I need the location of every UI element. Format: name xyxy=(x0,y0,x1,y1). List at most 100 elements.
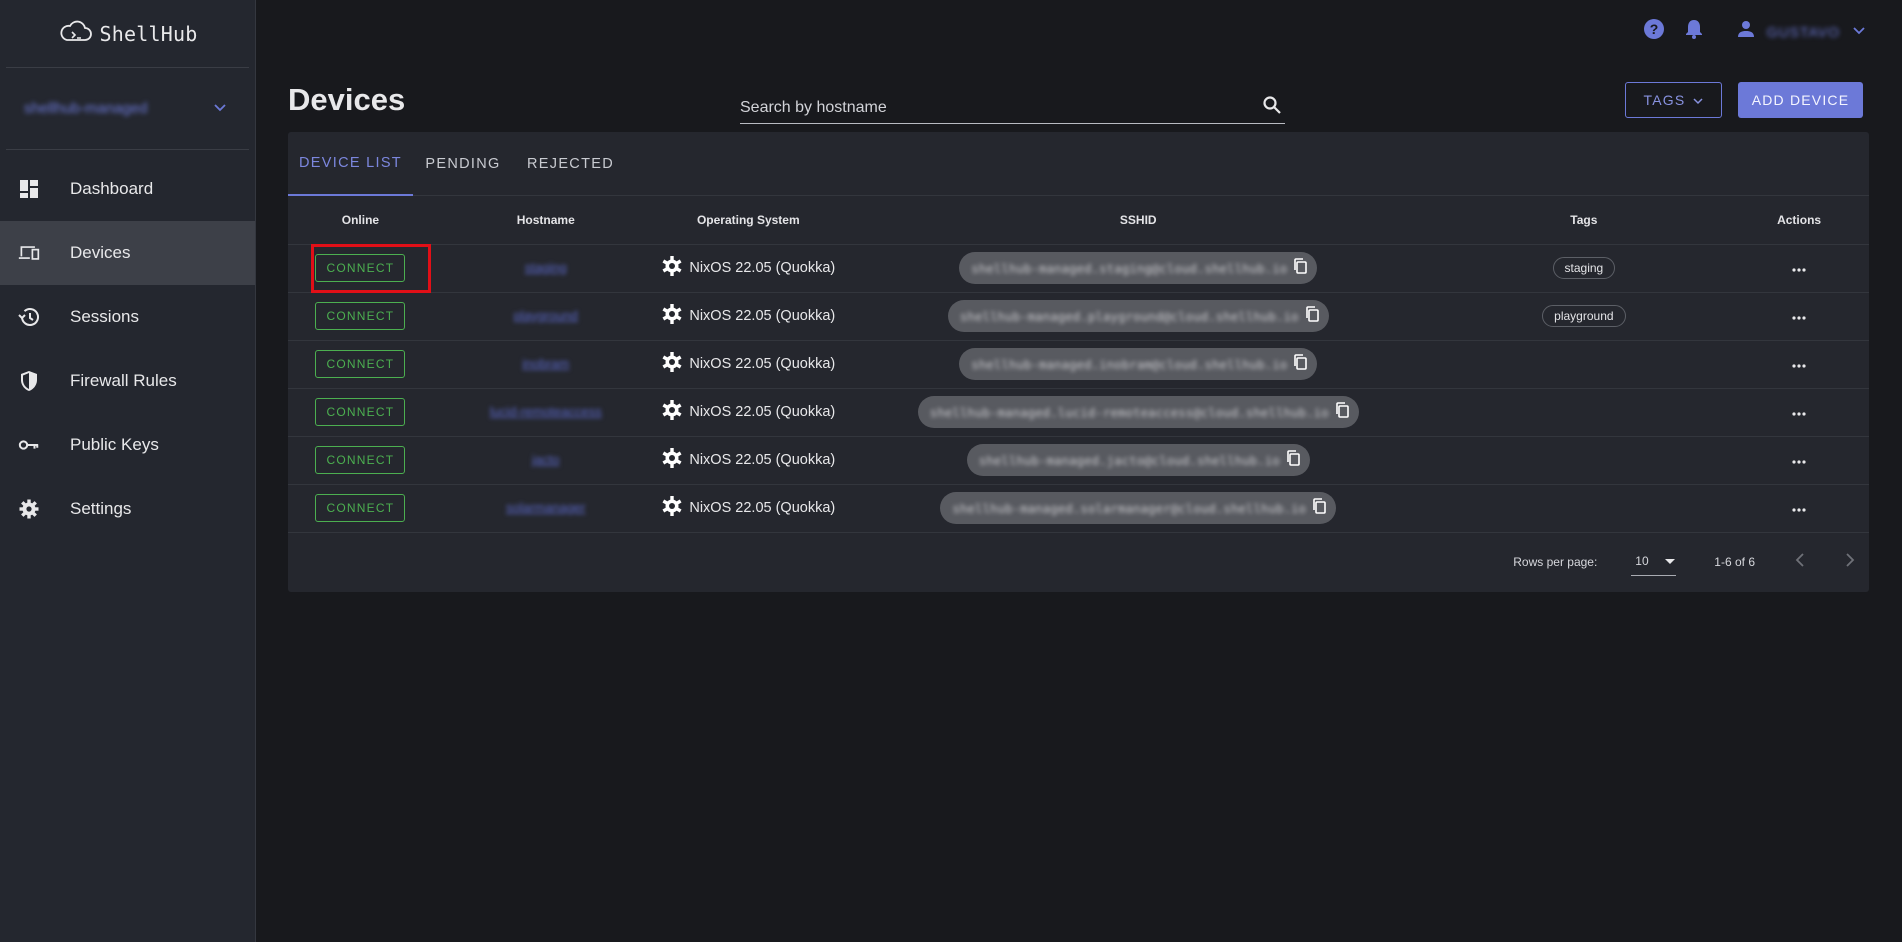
table-row: CONNECT jacto NixOS 22.05 (Quokka) shell… xyxy=(288,436,1869,485)
app-logo[interactable]: ShellHub xyxy=(6,0,249,68)
device-hostname-link[interactable]: jacto xyxy=(532,452,559,467)
more-horizontal-icon[interactable] xyxy=(1792,499,1806,517)
os-info: NixOS 22.05 (Quokka) xyxy=(661,399,835,425)
copy-icon[interactable] xyxy=(1305,306,1319,326)
table-row: CONNECT staging NixOS 22.05 (Quokka) she… xyxy=(288,244,1869,293)
more-horizontal-icon[interactable] xyxy=(1792,403,1806,421)
table-row: CONNECT solarmanager NixOS 22.05 (Quokka… xyxy=(288,484,1869,533)
connect-button[interactable]: CONNECT xyxy=(315,446,406,474)
user-menu[interactable]: GUSTAVO xyxy=(1737,20,1866,43)
chevron-right-icon[interactable] xyxy=(1845,551,1855,572)
shield-icon xyxy=(18,370,40,392)
sshid-chip[interactable]: shellhub-managed.inobram@cloud.shellhub.… xyxy=(959,348,1318,380)
device-hostname-link[interactable]: inobram xyxy=(522,356,569,371)
cell-tags xyxy=(1438,436,1730,485)
more-horizontal-icon[interactable] xyxy=(1792,259,1806,277)
add-device-button[interactable]: ADD DEVICE xyxy=(1738,82,1863,118)
namespace-selector[interactable]: shellhub-managed xyxy=(6,68,249,150)
sidebar-item-public-keys[interactable]: Public Keys xyxy=(0,413,255,477)
sshid-chip[interactable]: shellhub-managed.playground@cloud.shellh… xyxy=(947,300,1329,332)
sidebar-item-label: Devices xyxy=(70,243,131,262)
cell-os: NixOS 22.05 (Quokka) xyxy=(658,244,838,293)
chevron-left-icon[interactable] xyxy=(1795,551,1805,572)
cell-sshid: shellhub-managed.staging@cloud.shellhub.… xyxy=(837,244,1439,293)
sidebar-item-label: Sessions xyxy=(70,307,139,326)
rows-per-page-select[interactable]: 10 xyxy=(1631,548,1677,576)
column-header-hostname: Hostname xyxy=(432,196,659,245)
sshid-chip[interactable]: shellhub-managed.staging@cloud.shellhub.… xyxy=(959,252,1318,284)
bell-icon[interactable] xyxy=(1685,19,1703,44)
sshid-text: shellhub-managed.jacto@cloud.shellhub.io xyxy=(978,452,1280,468)
copy-icon[interactable] xyxy=(1293,354,1308,374)
cell-os: NixOS 22.05 (Quokka) xyxy=(658,340,838,389)
nixos-icon xyxy=(661,255,683,281)
copy-icon[interactable] xyxy=(1335,402,1349,422)
tag-chip[interactable]: playground xyxy=(1542,305,1626,327)
nixos-icon xyxy=(661,495,683,521)
devices-table: Online Hostname Operating System SSHID T… xyxy=(288,196,1869,533)
connect-button[interactable]: CONNECT xyxy=(315,302,406,330)
copy-icon[interactable] xyxy=(1312,498,1326,518)
connect-button[interactable]: CONNECT xyxy=(315,350,406,378)
tab-pending[interactable]: PENDING xyxy=(413,132,513,196)
cell-tags xyxy=(1438,484,1730,533)
page-title: Devices xyxy=(288,82,406,117)
connect-button[interactable]: CONNECT xyxy=(315,398,406,426)
tag-chip[interactable]: staging xyxy=(1552,257,1616,279)
sidebar-item-settings[interactable]: Settings xyxy=(0,477,255,541)
sshid-chip[interactable]: shellhub-managed.lucid-remoteaccess@clou… xyxy=(917,396,1359,428)
cell-online: CONNECT xyxy=(288,244,433,293)
copy-icon[interactable] xyxy=(1293,258,1308,278)
tags-button-label: TAGS xyxy=(1643,92,1686,108)
chevron-down-icon xyxy=(213,100,227,118)
rows-per-page-label: Rows per page: xyxy=(1513,554,1598,569)
table-row: CONNECT playground NixOS 22.05 (Quokka) … xyxy=(288,292,1869,341)
cloud-logo-icon xyxy=(58,18,94,49)
column-header-sshid: SSHID xyxy=(837,196,1439,245)
sidebar-item-label: Dashboard xyxy=(70,179,154,198)
sshid-chip[interactable]: shellhub-managed.jacto@cloud.shellhub.io xyxy=(966,444,1310,476)
user-name: GUSTAVO xyxy=(1766,23,1840,40)
table-row: CONNECT lucid-remoteaccess NixOS 22.05 (… xyxy=(288,388,1869,437)
cell-hostname: solarmanager xyxy=(432,484,659,533)
tab-device-list[interactable]: DEVICE LIST xyxy=(288,132,413,196)
device-hostname-link[interactable]: solarmanager xyxy=(506,500,586,515)
tags-button[interactable]: TAGS xyxy=(1625,82,1722,118)
more-horizontal-icon[interactable] xyxy=(1792,307,1806,325)
cell-online: CONNECT xyxy=(288,292,433,341)
sidebar-item-label: Public Keys xyxy=(70,435,159,454)
cell-hostname: inobram xyxy=(432,340,659,389)
search-input[interactable] xyxy=(740,98,1220,117)
sidebar-item-dashboard[interactable]: Dashboard xyxy=(0,157,255,221)
nixos-icon xyxy=(661,399,683,425)
svg-text:?: ? xyxy=(1649,21,1658,37)
sshid-chip[interactable]: shellhub-managed.solarmanager@cloud.shel… xyxy=(940,492,1337,524)
device-hostname-link[interactable]: playground xyxy=(514,308,578,323)
help-icon[interactable]: ? xyxy=(1643,18,1665,45)
search-icon[interactable] xyxy=(1263,96,1281,119)
gear-icon xyxy=(18,498,40,520)
cell-sshid: shellhub-managed.playground@cloud.shellh… xyxy=(837,292,1439,341)
sidebar-item-sessions[interactable]: Sessions xyxy=(0,285,255,349)
cell-sshid: shellhub-managed.solarmanager@cloud.shel… xyxy=(837,484,1439,533)
cell-online: CONNECT xyxy=(288,340,433,389)
column-header-os: Operating System xyxy=(658,196,838,245)
sidebar-item-firewall-rules[interactable]: Firewall Rules xyxy=(0,349,255,413)
os-name: NixOS 22.05 (Quokka) xyxy=(689,356,836,372)
cell-actions xyxy=(1729,244,1869,293)
search-box xyxy=(740,92,1285,124)
sidebar-item-devices[interactable]: Devices xyxy=(0,221,255,285)
tab-rejected[interactable]: REJECTED xyxy=(513,132,628,196)
copy-icon[interactable] xyxy=(1286,450,1300,470)
connect-button[interactable]: CONNECT xyxy=(315,254,406,282)
nixos-icon xyxy=(661,447,683,473)
cell-hostname: staging xyxy=(432,244,659,293)
connect-button[interactable]: CONNECT xyxy=(315,494,406,522)
table-pagination: Rows per page: 10 1-6 of 6 xyxy=(288,533,1869,591)
more-horizontal-icon[interactable] xyxy=(1792,451,1806,469)
sshid-text: shellhub-managed.inobram@cloud.shellhub.… xyxy=(971,356,1288,372)
device-hostname-link[interactable]: staging xyxy=(525,260,567,275)
device-hostname-link[interactable]: lucid-remoteaccess xyxy=(490,404,602,419)
sidebar-item-label: Settings xyxy=(70,499,132,518)
more-horizontal-icon[interactable] xyxy=(1792,355,1806,373)
